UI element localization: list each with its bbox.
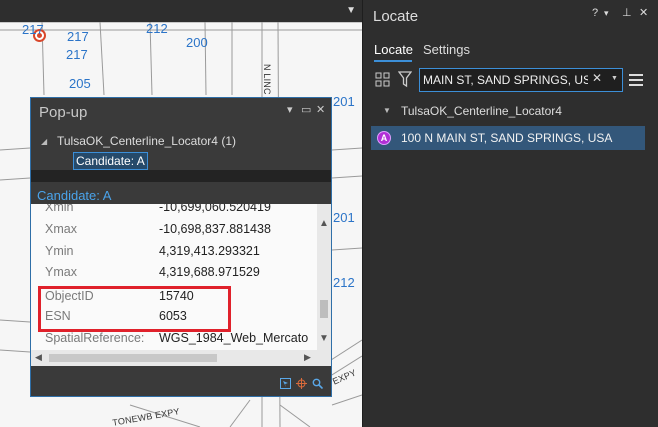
parcel-number: 201 [333,210,355,225]
attribute-key: Xmin [45,204,74,214]
tree-layer-name: TulsaOK_Centerline_Locator4 [57,134,218,148]
attribute-key: Ymax [45,265,77,279]
active-tab-indicator [374,60,412,62]
help-icon[interactable]: ? [592,6,598,20]
tab-locate[interactable]: Locate [374,42,413,57]
highlight-box [38,286,231,332]
pane-close-icon[interactable]: ✕ [639,6,648,20]
scroll-thumb[interactable] [49,354,217,362]
locator-name[interactable]: TulsaOK_Centerline_Locator4 [401,104,562,118]
parcel-number: 217 [22,22,44,37]
popup-divider [31,170,331,182]
scroll-thumb[interactable] [320,300,328,318]
flash-feature-icon[interactable] [280,378,291,389]
pan-to-icon[interactable] [296,378,307,389]
popup-window[interactable]: Pop-up ▾ ▭ ✕ ◢ TulsaOK_Centerline_Locato… [30,97,332,397]
parcel-number: 205 [69,76,91,91]
tab-settings[interactable]: Settings [423,42,470,57]
popup-candidate-header: Candidate: A [37,188,112,203]
popup-close-icon[interactable]: ✕ [316,104,325,116]
parcel-number: 217 [67,29,89,44]
attribute-key: Ymin [45,244,74,258]
attribute-value: -10,698,837.881438 [159,222,271,236]
pin-icon[interactable]: ⊥ [622,6,632,20]
attribute-key: Xmax [45,222,77,236]
scroll-up-icon[interactable]: ▲ [319,218,329,229]
result-item[interactable]: A 100 N MAIN ST, SAND SPRINGS, USA [371,126,645,150]
tree-layer-label[interactable]: TulsaOK_Centerline_Locator4 (1) [57,134,236,148]
parcel-number: 201 [333,94,355,109]
popup-title: Pop-up [39,104,88,121]
scroll-down-icon[interactable]: ▼ [319,333,329,344]
map-title-bar: ▼ [0,0,362,22]
attribute-row: Ymin 4,319,413.293321 [31,241,317,262]
parcel-number: 217 [66,47,88,62]
vertical-scrollbar[interactable]: ▲ ▼ [317,204,331,350]
expand-arrow-icon[interactable]: ◢ [41,137,47,146]
pane-menu-icon[interactable]: ▾ [604,6,609,20]
attribute-value: 4,319,688.971529 [159,265,260,279]
locate-pane: Locate ? ▾ ⊥ ✕ Locate Settings ✕ ▼ ▼ Tul… [362,0,658,427]
grid-icon[interactable] [375,72,390,87]
scroll-right-icon[interactable]: ▶ [304,352,311,363]
parcel-number: 212 [333,275,355,290]
attribute-key: SpatialReference: [45,331,145,345]
popup-menu-icon[interactable]: ▾ [287,104,293,116]
search-input[interactable] [423,72,588,88]
popup-tree: ◢ TulsaOK_Centerline_Locator4 (1) Candid… [31,128,331,170]
attribute-table[interactable]: Xmin -10,699,060.520419 Xmax -10,698,837… [31,204,317,350]
attribute-value: 4,319,413.293321 [159,244,260,258]
locate-title: Locate [373,8,419,25]
tree-layer-count: (1) [221,134,236,148]
clear-icon[interactable]: ✕ [592,71,602,85]
result-address: 100 N MAIN ST, SAND SPRINGS, USA [401,131,613,145]
attribute-row: Xmin -10,699,060.520419 [31,204,317,218]
chevron-down-icon[interactable]: ▼ [346,6,356,16]
street-label: N LINC [262,64,272,95]
zoom-to-icon[interactable] [312,378,323,389]
search-box[interactable]: ✕ ▼ [419,68,623,92]
popup-dock-icon[interactable]: ▭ [301,104,311,116]
menu-icon[interactable] [629,74,643,86]
candidate-badge: A [377,131,391,145]
scroll-left-icon[interactable]: ◀ [35,352,42,363]
filter-icon[interactable] [398,71,412,88]
attribute-value: WGS_1984_Web_Mercato [159,331,309,345]
dropdown-icon[interactable]: ▼ [611,75,618,82]
parcel-number: 200 [186,35,208,50]
horizontal-scrollbar[interactable]: ◀ ▶ [31,350,331,366]
popup-footer [31,366,331,396]
tree-candidate-item[interactable]: Candidate: A [73,152,148,170]
attribute-row: Xmax -10,698,837.881438 [31,219,317,240]
attribute-value: -10,699,060.520419 [159,204,271,214]
attribute-row: Ymax 4,319,688.971529 [31,262,317,283]
parcel-number: 212 [146,21,168,36]
expand-arrow-icon[interactable]: ▼ [383,106,391,115]
